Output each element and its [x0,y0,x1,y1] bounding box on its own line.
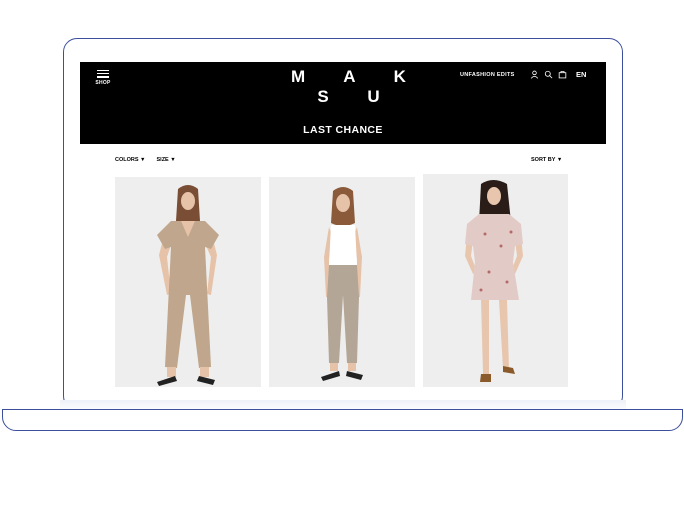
language-selector[interactable]: EN [576,70,586,79]
site-header: SHOP M A K S U UNFASHION EDITS EN LAST C… [80,62,606,144]
product-image-jumpsuit[interactable] [115,177,261,387]
colors-filter[interactable]: COLORS ▼ [115,157,146,163]
product-image-floral-dress[interactable] [423,174,568,387]
shop-label: SHOP [95,79,111,86]
size-filter[interactable]: SIZE ▼ [157,157,176,163]
product-image-trousers[interactable] [269,177,415,387]
page-title: LAST CHANCE [303,124,383,136]
sort-by-dropdown[interactable]: SORT BY ▼ [531,157,562,163]
bag-icon[interactable] [558,70,567,79]
hamburger-icon [97,70,109,78]
website-screen: SHOP M A K S U UNFASHION EDITS EN LAST C… [80,62,606,387]
shop-menu-button[interactable]: SHOP [92,68,114,86]
product-card[interactable] [115,177,261,387]
product-card[interactable] [423,174,568,387]
brand-logo[interactable]: M A K S U [260,67,437,107]
search-icon[interactable] [544,70,553,79]
product-card[interactable] [269,177,415,387]
user-icon[interactable] [530,70,539,79]
laptop-base [2,409,683,431]
unfashion-edits-link[interactable]: UNFASHION EDITS [460,72,515,78]
